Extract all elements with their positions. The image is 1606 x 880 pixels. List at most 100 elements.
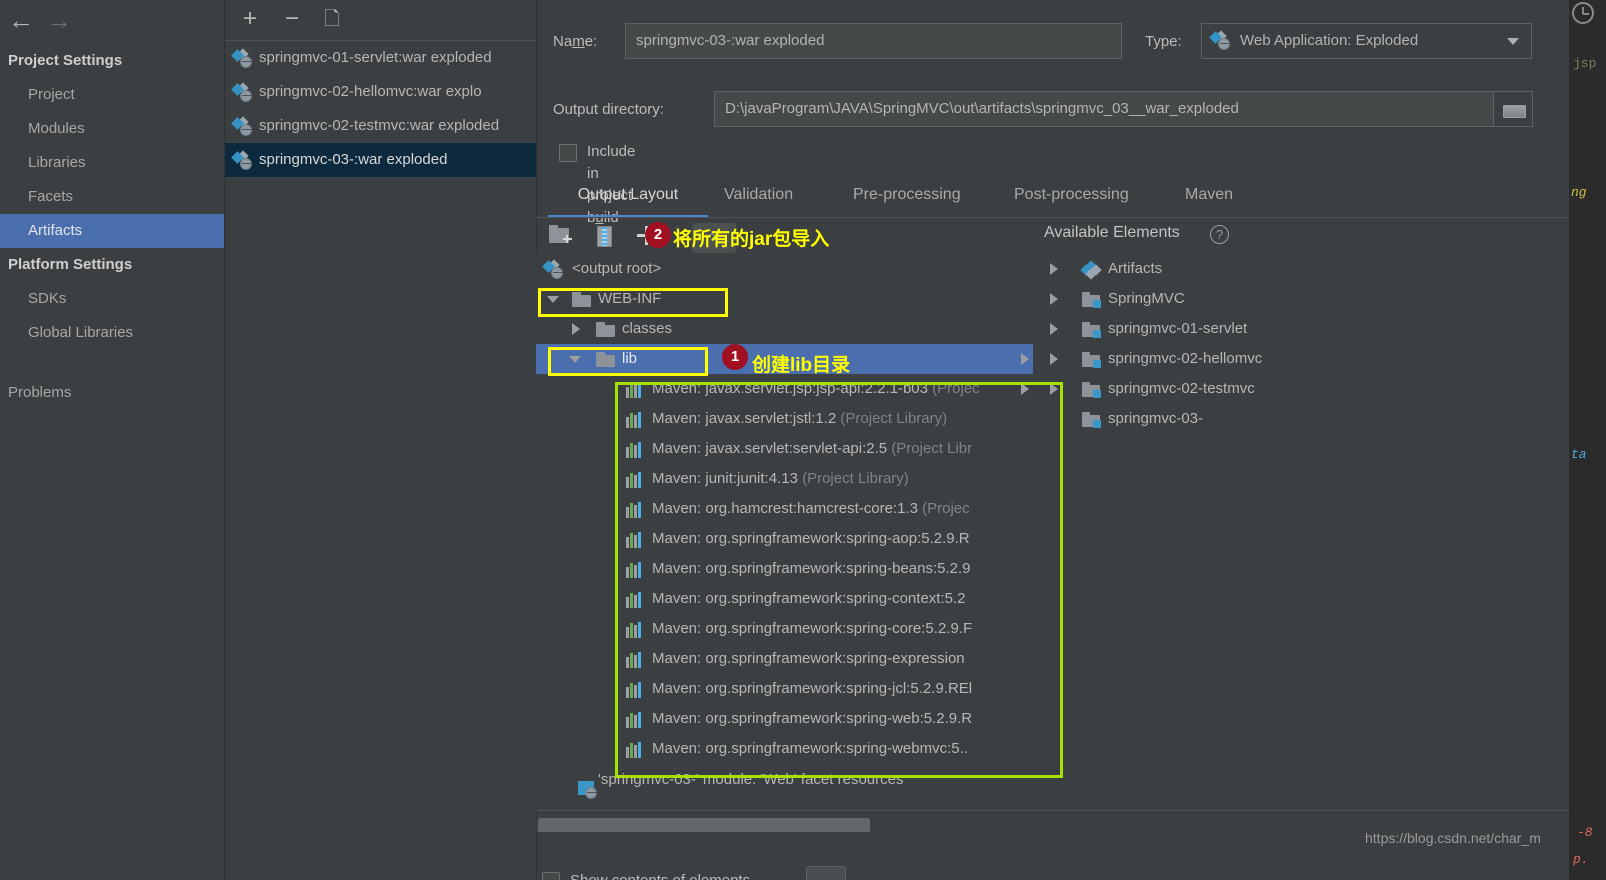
tab-post-processing[interactable]: Post-processing [1014, 180, 1129, 218]
folder-browse-icon [1503, 103, 1526, 118]
available-elements-tree[interactable]: Artifacts SpringMVC springmvc-01-servlet… [1040, 254, 1540, 454]
add-artifact-button[interactable]: + [235, 6, 265, 34]
type-combobox[interactable]: Web Application: Exploded [1201, 23, 1532, 59]
tree-row-label-main: Maven: org.hamcrest:hamcrest-core:1.3 [652, 500, 918, 517]
include-in-project-build-checkbox[interactable] [559, 144, 577, 162]
output-layout-tree[interactable]: <output root> WEB-INF classes lib Maven:… [536, 254, 1033, 810]
avail-row-springmvc-01-servlet[interactable]: springmvc-01-servlet [1040, 314, 1540, 344]
artifacts-list[interactable]: springmvc-01-servlet:war exploded spring… [225, 40, 536, 880]
name-label-part: Na [553, 33, 573, 50]
library-icon [626, 412, 644, 428]
show-contents-checkbox[interactable] [542, 872, 560, 880]
tree-row-library[interactable]: Maven: org.springframework:spring-webmvc… [536, 734, 1033, 764]
avail-row-springmvc-02-testmvc[interactable]: springmvc-02-testmvc [1040, 374, 1540, 404]
editor-code-fragment: p. [1573, 852, 1589, 867]
tree-row-label: Maven: org.springframework:spring-expres… [652, 650, 965, 667]
new-directory-icon[interactable] [549, 225, 579, 249]
tree-row-label: WEB-INF [598, 290, 662, 307]
bottom-toolbar-button[interactable] [806, 866, 846, 880]
arrow-left-icon[interactable]: ← [6, 7, 36, 34]
tree-row-library[interactable]: Maven: org.springframework:spring-beans:… [536, 554, 1033, 584]
tree-row-library[interactable]: Maven: org.springframework:spring-web:5.… [536, 704, 1033, 734]
output-directory-input[interactable]: D:\javaProgram\JAVA\SpringMVC\out\artifa… [714, 91, 1516, 127]
tree-row-library[interactable]: Maven: org.springframework:spring-contex… [536, 584, 1033, 614]
tree-row-library[interactable]: Maven: junit:junit:4.13 (Project Library… [536, 464, 1033, 494]
editor-code-fragment: jsp [1573, 56, 1597, 71]
tree-row-facet-resources[interactable]: 'springmvc-03-' module: 'Web' facet reso… [536, 764, 1033, 796]
remove-artifact-button[interactable]: − [277, 6, 307, 34]
list-item-selected[interactable]: springmvc-03-:war exploded [225, 143, 536, 177]
browse-directory-button[interactable] [1493, 91, 1533, 127]
library-icon [626, 382, 644, 398]
tree-row-label-main: Maven: javax.servlet.jsp:jsp-api:2.2.1-b… [652, 380, 928, 397]
sidebar-item-problems[interactable]: Problems [0, 376, 224, 410]
avail-row-artifacts[interactable]: Artifacts [1040, 254, 1540, 284]
tab-validation[interactable]: Validation [724, 180, 793, 218]
tab-pre-processing[interactable]: Pre-processing [853, 180, 961, 218]
library-icon [626, 532, 644, 548]
tab-output-layout[interactable]: Output Layout [548, 180, 708, 218]
horizontal-scrollbar-thumb[interactable] [538, 818, 870, 832]
tree-row-web-inf[interactable]: WEB-INF [536, 284, 1033, 314]
chevron-right-icon[interactable] [1050, 293, 1058, 305]
avail-row-label: springmvc-02-testmvc [1108, 380, 1255, 397]
question-mark-icon[interactable]: ? [1210, 225, 1229, 244]
new-archive-icon[interactable] [594, 225, 624, 249]
chevron-right-icon[interactable] [1050, 263, 1058, 275]
sidebar-item-modules[interactable]: Modules [0, 112, 224, 146]
folder-icon [572, 292, 591, 307]
folder-icon [596, 322, 615, 337]
name-input[interactable]: springmvc-03-:war exploded [625, 23, 1122, 59]
tree-row-label-suffix: (Project Libr [891, 440, 973, 457]
copy-artifact-button[interactable]: 🗋 [317, 6, 347, 34]
chevron-right-icon[interactable] [1021, 353, 1029, 365]
navigation-history-bar: ← → [0, 0, 224, 42]
avail-row-springmvc[interactable]: SpringMVC [1040, 284, 1540, 314]
sidebar-item-project[interactable]: Project [0, 78, 224, 112]
artifact-icon [542, 259, 564, 279]
list-item[interactable]: springmvc-02-testmvc:war exploded [225, 109, 536, 143]
arrow-right-icon[interactable]: → [44, 7, 74, 34]
avail-row-springmvc-02-hellomvc[interactable]: springmvc-02-hellomvc [1040, 344, 1540, 374]
list-item[interactable]: springmvc-01-servlet:war exploded [225, 41, 536, 75]
sidebar-item-global-libraries[interactable]: Global Libraries [0, 316, 224, 350]
library-icon [626, 742, 644, 758]
tree-row-classes[interactable]: classes [536, 314, 1033, 344]
chevron-right-icon[interactable] [572, 323, 580, 335]
sidebar-item-sdks[interactable]: SDKs [0, 282, 224, 316]
nav-group-platform-settings: Platform Settings [8, 256, 133, 273]
tree-row-library[interactable]: Maven: org.springframework:spring-expres… [536, 644, 1033, 674]
annotation-text-1: 创建lib目录 [752, 355, 851, 376]
show-contents-label: Show contents of elements [570, 872, 750, 880]
tree-row-library[interactable]: Maven: javax.servlet.jsp:jsp-api:2.2.1-b… [536, 374, 1033, 404]
tree-row-label: Maven: org.springframework:spring-contex… [652, 590, 966, 607]
tree-row-label: Maven: org.springframework:spring-web:5.… [652, 710, 973, 727]
tree-row-library[interactable]: Maven: javax.servlet:jstl:1.2 (Project L… [536, 404, 1033, 434]
avail-row-label: springmvc-02-hellomvc [1108, 350, 1263, 367]
sidebar-item-libraries[interactable]: Libraries [0, 146, 224, 180]
chevron-right-icon[interactable] [1021, 383, 1029, 395]
tree-row-library[interactable]: Maven: org.springframework:spring-aop:5.… [536, 524, 1033, 554]
tab-maven[interactable]: Maven [1185, 180, 1233, 218]
sidebar-item-facets[interactable]: Facets [0, 180, 224, 214]
chevron-down-icon[interactable] [547, 296, 559, 303]
tree-row-label: Maven: org.springframework:spring-aop:5.… [652, 530, 970, 547]
tree-row-library[interactable]: Maven: org.hamcrest:hamcrest-core:1.3 (P… [536, 494, 1033, 524]
module-icon [1082, 412, 1102, 428]
tree-row-output-root[interactable]: <output root> [536, 254, 1033, 284]
chevron-right-icon[interactable] [1050, 353, 1058, 365]
tree-row-label-suffix: (Project Library) [802, 470, 909, 487]
avail-row-springmvc-03[interactable]: springmvc-03- [1040, 404, 1540, 434]
list-item[interactable]: springmvc-02-hellomvc:war explo [225, 75, 536, 109]
artifact-icon [231, 82, 253, 102]
chevron-down-icon[interactable] [569, 356, 581, 363]
tree-row-library[interactable]: Maven: org.springframework:spring-core:5… [536, 614, 1033, 644]
tree-row-library[interactable]: Maven: javax.servlet:servlet-api:2.5 (Pr… [536, 434, 1033, 464]
annotation-badge-1: 1 [722, 344, 748, 370]
chevron-right-icon[interactable] [1050, 323, 1058, 335]
tree-row-library[interactable]: Maven: org.springframework:spring-jcl:5.… [536, 674, 1033, 704]
sidebar-item-artifacts[interactable]: Artifacts [0, 214, 224, 248]
tree-row-label: Maven: javax.servlet:servlet-api:2.5 (Pr… [652, 434, 972, 464]
library-icon [626, 592, 644, 608]
chevron-right-icon[interactable] [1050, 383, 1058, 395]
